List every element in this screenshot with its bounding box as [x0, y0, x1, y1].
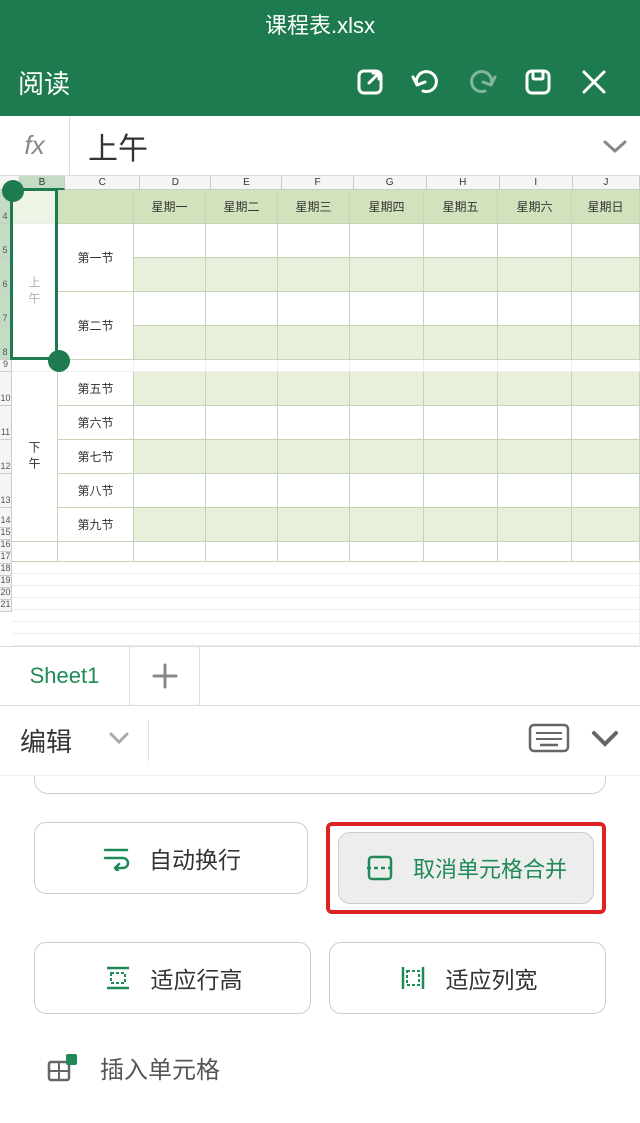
keyboard-button[interactable]: [528, 723, 570, 758]
read-mode-label[interactable]: 阅读: [18, 64, 70, 101]
chevron-down-icon: [590, 729, 620, 747]
col-header[interactable]: I: [500, 176, 573, 190]
close-button[interactable]: [566, 54, 622, 110]
wrap-icon: [101, 845, 131, 871]
sheet-tabs: Sheet1: [0, 646, 640, 706]
cell[interactable]: 第一节: [58, 224, 134, 292]
cell[interactable]: 星期二: [206, 190, 278, 224]
col-header[interactable]: C: [65, 176, 140, 190]
cell[interactable]: 第六节: [58, 406, 134, 440]
cell[interactable]: [12, 190, 58, 224]
row-header[interactable]: 6: [0, 258, 12, 292]
collapse-button[interactable]: [590, 729, 620, 752]
row-header[interactable]: 8: [0, 326, 12, 360]
panel-prev-edge: [34, 776, 606, 794]
cells-area[interactable]: 星期一 星期二 星期三 星期四 星期五 星期六 星期日 上午 第一节: [12, 190, 640, 646]
insert-cells-button[interactable]: 插入单元格: [34, 1014, 606, 1085]
button-label: 插入单元格: [100, 1050, 220, 1085]
add-sheet-button[interactable]: [130, 647, 200, 705]
row-header[interactable]: 13: [0, 474, 12, 508]
col-header[interactable]: G: [354, 176, 427, 190]
save-button[interactable]: [510, 54, 566, 110]
share-icon: [355, 67, 385, 97]
edit-bar: 编辑: [0, 706, 640, 776]
button-label: 适应行高: [151, 961, 243, 995]
fit-row-height-button[interactable]: 适应行高: [34, 942, 311, 1014]
cell[interactable]: 第八节: [58, 474, 134, 508]
cell[interactable]: 星期一: [134, 190, 206, 224]
edit-label[interactable]: 编辑: [20, 722, 72, 759]
keyboard-icon: [528, 723, 570, 753]
row-header[interactable]: 5: [0, 224, 12, 258]
column-headers: B C D E F G H I J: [0, 176, 640, 190]
row-header[interactable]: 12: [0, 440, 12, 474]
row-header[interactable]: 11: [0, 406, 12, 440]
col-header[interactable]: J: [573, 176, 640, 190]
spreadsheet-grid[interactable]: B C D E F G H I J 4 5 6 7 8 9 10 11 12 1…: [0, 176, 640, 646]
redo-button[interactable]: [454, 54, 510, 110]
cell[interactable]: 第二节: [58, 292, 134, 360]
fit-col-icon: [398, 964, 428, 992]
share-button[interactable]: [342, 54, 398, 110]
chevron-down-icon: [108, 731, 130, 745]
col-header[interactable]: H: [427, 176, 500, 190]
row-header[interactable]: 9: [0, 360, 12, 372]
cell[interactable]: 星期五: [424, 190, 498, 224]
edit-dropdown[interactable]: [108, 731, 130, 750]
cell[interactable]: 第七节: [58, 440, 134, 474]
file-title: 课程表.xlsx: [265, 8, 375, 40]
unmerge-button[interactable]: 取消单元格合并: [338, 832, 594, 904]
formula-value[interactable]: 上午: [70, 124, 590, 168]
cell[interactable]: 第九节: [58, 508, 134, 542]
wrap-text-button[interactable]: 自动换行: [34, 822, 308, 894]
chevron-down-icon: [602, 138, 628, 154]
fit-col-width-button[interactable]: 适应列宽: [329, 942, 606, 1014]
insert-cells-icon: [46, 1052, 80, 1084]
close-icon: [580, 68, 608, 96]
cell-morning[interactable]: 上午: [12, 224, 58, 360]
title-bar: 课程表.xlsx: [0, 0, 640, 48]
row-header[interactable]: 7: [0, 292, 12, 326]
cell[interactable]: 星期三: [278, 190, 350, 224]
cell[interactable]: 第五节: [58, 372, 134, 406]
row-header[interactable]: 10: [0, 372, 12, 406]
cell-afternoon[interactable]: 下午: [12, 372, 58, 542]
plus-icon: [150, 661, 180, 691]
button-label: 适应列宽: [446, 961, 538, 995]
col-header[interactable]: D: [140, 176, 211, 190]
row-headers: 4 5 6 7 8 9 10 11 12 13 14 15 16 17 18 1…: [0, 190, 12, 646]
redo-icon: [465, 67, 499, 97]
unmerge-icon: [365, 855, 395, 881]
button-label: 自动换行: [149, 841, 241, 875]
formula-dropdown[interactable]: [590, 138, 640, 154]
sheet-tab[interactable]: Sheet1: [0, 647, 130, 705]
fx-label[interactable]: fx: [0, 116, 70, 175]
cell[interactable]: 星期四: [350, 190, 424, 224]
save-icon: [523, 67, 553, 97]
cell[interactable]: 星期六: [498, 190, 572, 224]
row-header[interactable]: 14: [0, 508, 12, 528]
formula-bar: fx 上午: [0, 116, 640, 176]
unmerge-button-highlight: 取消单元格合并: [326, 822, 606, 914]
main-toolbar: 阅读: [0, 48, 640, 116]
row-header[interactable]: 21: [0, 600, 12, 612]
undo-button[interactable]: [398, 54, 454, 110]
button-label: 取消单元格合并: [413, 852, 567, 884]
undo-icon: [409, 67, 443, 97]
col-header[interactable]: E: [211, 176, 282, 190]
cell[interactable]: [58, 190, 134, 224]
row-header[interactable]: 4: [0, 190, 12, 224]
cell[interactable]: 星期日: [572, 190, 640, 224]
col-header[interactable]: B: [20, 176, 65, 190]
edit-panel: 自动换行 取消单元格合并 适应行高 适应列宽 插入单元格: [0, 822, 640, 1085]
col-header[interactable]: F: [282, 176, 353, 190]
fit-row-icon: [103, 964, 133, 992]
